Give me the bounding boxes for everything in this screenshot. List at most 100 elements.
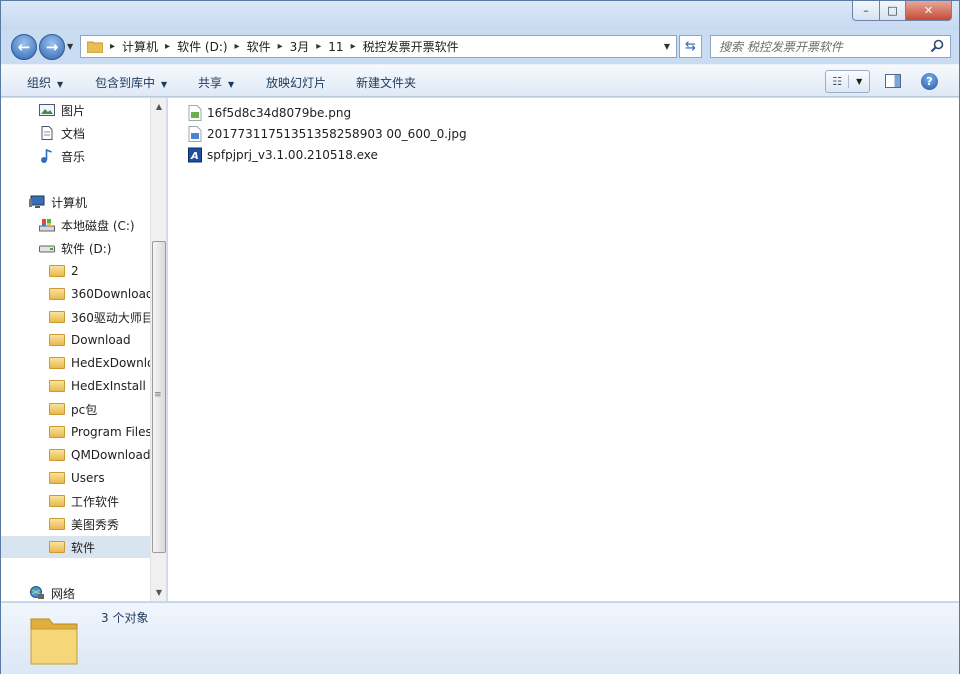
include-in-library-label: 包含到库中 — [95, 76, 156, 90]
nav-item-music[interactable]: 音乐 — [1, 145, 150, 167]
maximize-button[interactable]: □ — [879, 1, 906, 21]
jpg-file-icon — [188, 126, 202, 142]
png-file-icon — [188, 105, 202, 121]
view-details-icon: ☷ — [826, 75, 850, 88]
chevron-down-icon[interactable]: ▼ — [849, 77, 869, 86]
list-item[interactable]: 20177311751351358258903 00_600_0.jpg — [188, 124, 467, 144]
nav-item-label: 2 — [71, 264, 79, 278]
drive-icon — [39, 245, 55, 253]
list-item[interactable]: A spfpjprj_v3.1.00.210518.exe — [188, 145, 378, 165]
new-folder-button[interactable]: 新建文件夹 — [356, 74, 416, 91]
chevron-right-icon[interactable]: ▸ — [110, 41, 115, 52]
folder-icon — [49, 357, 65, 369]
chevron-right-icon[interactable]: ▸ — [351, 41, 356, 52]
item-count: 3 个对象 — [101, 611, 149, 625]
breadcrumb-drive-d[interactable]: 软件 (D:) — [177, 38, 227, 55]
address-bar[interactable]: ▸ 计算机 ▸ 软件 (D:) ▸ 软件 ▸ 3月 ▸ 11 ▸ 税控发票开票软… — [80, 35, 677, 58]
nav-item-folder-work-software[interactable]: 工作软件 — [1, 490, 150, 512]
nav-item-folder-360download[interactable]: 360Download — [1, 283, 150, 305]
nav-item-label: QMDownload — [71, 448, 150, 462]
chevron-down-icon: ▼ — [161, 80, 168, 89]
folder-icon — [49, 334, 65, 346]
preview-pane-icon[interactable] — [885, 74, 901, 88]
nav-item-drive-d[interactable]: 软件 (D:) — [1, 237, 150, 259]
nav-item-folder-software[interactable]: 软件 — [1, 536, 150, 558]
nav-item-label: Download — [71, 333, 131, 347]
refresh-icon: ⇆ — [685, 39, 696, 54]
breadcrumb-11[interactable]: 11 — [328, 40, 343, 54]
slideshow-button[interactable]: 放映幻灯片 — [266, 74, 326, 91]
search-icon[interactable] — [930, 39, 944, 53]
nav-item-label: 软件 — [71, 540, 96, 555]
nav-item-folder-program-files[interactable]: Program Files — [1, 421, 150, 443]
change-view-button[interactable]: ☷ ▼ — [825, 70, 870, 93]
folder-icon — [49, 449, 65, 461]
nav-item-folder-hedexdownload[interactable]: HedExDownlo — [1, 352, 150, 374]
nav-item-folder-meitu[interactable]: 美图秀秀 — [1, 513, 150, 535]
nav-item-folder-2[interactable]: 2 — [1, 260, 150, 282]
address-dropdown-icon[interactable]: ▼ — [664, 42, 670, 51]
breadcrumb-march[interactable]: 3月 — [290, 38, 310, 55]
nav-item-label: 本地磁盘 (C:) — [61, 218, 135, 233]
help-icon[interactable]: ? — [921, 73, 938, 90]
nav-item-network[interactable]: 网络 — [1, 582, 150, 601]
nav-item-folder-pc[interactable]: pc包 — [1, 398, 150, 420]
nav-item-label: 工作软件 — [71, 494, 120, 509]
nav-item-folder-download[interactable]: Download — [1, 329, 150, 351]
nav-item-label: 360驱动大师目 — [71, 310, 150, 325]
nav-item-label: pc包 — [71, 402, 98, 417]
title-bar[interactable]: – □ ✕ — [1, 1, 959, 29]
nav-item-pictures[interactable]: 图片 — [1, 99, 150, 121]
organize-menu[interactable]: 组织 ▼ — [27, 74, 63, 91]
breadcrumb-computer[interactable]: 计算机 — [122, 38, 158, 55]
network-icon — [30, 586, 44, 599]
minimize-button[interactable]: – — [852, 1, 880, 21]
back-button[interactable]: ← — [11, 34, 37, 60]
file-name: 20177311751351358258903 00_600_0.jpg — [207, 127, 467, 141]
chevron-right-icon[interactable]: ▸ — [316, 41, 321, 52]
system-drive-icon — [39, 219, 55, 232]
scroll-up-icon[interactable]: ▲ — [151, 98, 166, 115]
search-input[interactable] — [711, 36, 921, 57]
folder-icon — [49, 403, 65, 415]
nav-item-documents[interactable]: 文档 — [1, 122, 150, 144]
nav-item-folder-qmdownload[interactable]: QMDownload — [1, 444, 150, 466]
nav-item-folder-360-driver[interactable]: 360驱动大师目 — [1, 306, 150, 328]
grip-icon: ≡ — [154, 390, 162, 400]
chevron-right-icon[interactable]: ▸ — [278, 41, 283, 52]
nav-item-folder-users[interactable]: Users — [1, 467, 150, 489]
scroll-down-icon[interactable]: ▼ — [151, 584, 166, 601]
navigation-pane: 图片 文档 音乐 计算机 本地磁盘 (C:) 软件 (D:) 2 360Down… — [1, 98, 167, 601]
computer-icon — [29, 195, 45, 208]
nav-item-folder-hedexinstall[interactable]: HedExInstall — [1, 375, 150, 397]
nav-item-label: 360Download — [71, 287, 150, 301]
folder-icon — [49, 311, 65, 323]
search-box[interactable] — [710, 35, 951, 58]
chevron-right-icon[interactable]: ▸ — [235, 41, 240, 52]
nav-item-drive-c[interactable]: 本地磁盘 (C:) — [1, 214, 150, 236]
nav-item-label: 音乐 — [61, 149, 86, 164]
folder-icon — [49, 265, 65, 277]
nav-item-computer[interactable]: 计算机 — [1, 191, 150, 213]
file-name: 16f5d8c34d8079be.png — [207, 106, 352, 120]
folder-icon — [49, 426, 65, 438]
share-menu[interactable]: 共享 ▼ — [198, 74, 234, 91]
include-in-library-menu[interactable]: 包含到库中 ▼ — [95, 74, 167, 91]
list-item[interactable]: 16f5d8c34d8079be.png — [188, 103, 351, 123]
breadcrumb-current-folder[interactable]: 税控发票开票软件 — [363, 38, 459, 55]
chevron-right-icon[interactable]: ▸ — [165, 41, 170, 52]
folder-icon — [49, 288, 65, 300]
recent-pages-dropdown[interactable]: ▼ — [67, 42, 73, 51]
folder-icon — [49, 541, 65, 553]
organize-label: 组织 — [27, 76, 52, 90]
explorer-window: – □ ✕ ← → ▼ ▸ 计算机 ▸ 软件 (D:) ▸ 软件 ▸ 3月 ▸ … — [0, 0, 960, 674]
file-name: spfpjprj_v3.1.00.210518.exe — [207, 148, 378, 162]
file-list: 16f5d8c34d8079be.png 2017731175135135825… — [168, 98, 959, 601]
breadcrumb-software[interactable]: 软件 — [247, 38, 271, 55]
refresh-button[interactable]: ⇆ — [679, 35, 702, 58]
forward-button[interactable]: → — [39, 34, 65, 60]
folder-icon — [49, 380, 65, 392]
nav-pane-scrollbar[interactable]: ▲ ≡ ▼ — [150, 98, 166, 601]
close-button[interactable]: ✕ — [905, 1, 952, 21]
folder-icon — [49, 472, 65, 484]
